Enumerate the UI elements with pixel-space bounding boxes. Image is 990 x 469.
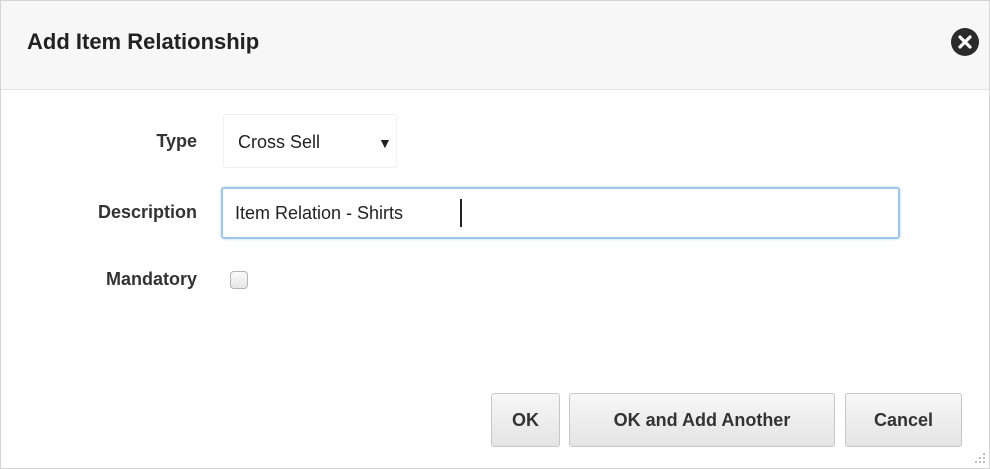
add-item-relationship-dialog: Add Item Relationship Type Cross Sell ▼ … bbox=[0, 0, 990, 469]
close-icon[interactable] bbox=[951, 28, 979, 56]
ok-button[interactable]: OK bbox=[491, 393, 560, 447]
type-select[interactable]: Cross Sell ▼ bbox=[223, 114, 397, 168]
chevron-down-icon: ▼ bbox=[378, 135, 392, 151]
ok-and-add-another-button[interactable]: OK and Add Another bbox=[569, 393, 835, 447]
type-select-value: Cross Sell bbox=[238, 132, 321, 152]
text-cursor bbox=[460, 199, 462, 227]
type-label: Type bbox=[156, 131, 197, 151]
description-label: Description bbox=[97, 202, 197, 222]
cancel-button[interactable]: Cancel bbox=[845, 393, 962, 447]
resize-grip-icon[interactable] bbox=[971, 449, 987, 465]
mandatory-label: Mandatory bbox=[105, 269, 197, 289]
mandatory-checkbox[interactable] bbox=[230, 271, 248, 289]
description-input[interactable] bbox=[221, 187, 900, 239]
dialog-titlebar: Add Item Relationship bbox=[1, 1, 989, 90]
dialog-title: Add Item Relationship bbox=[27, 29, 260, 54]
